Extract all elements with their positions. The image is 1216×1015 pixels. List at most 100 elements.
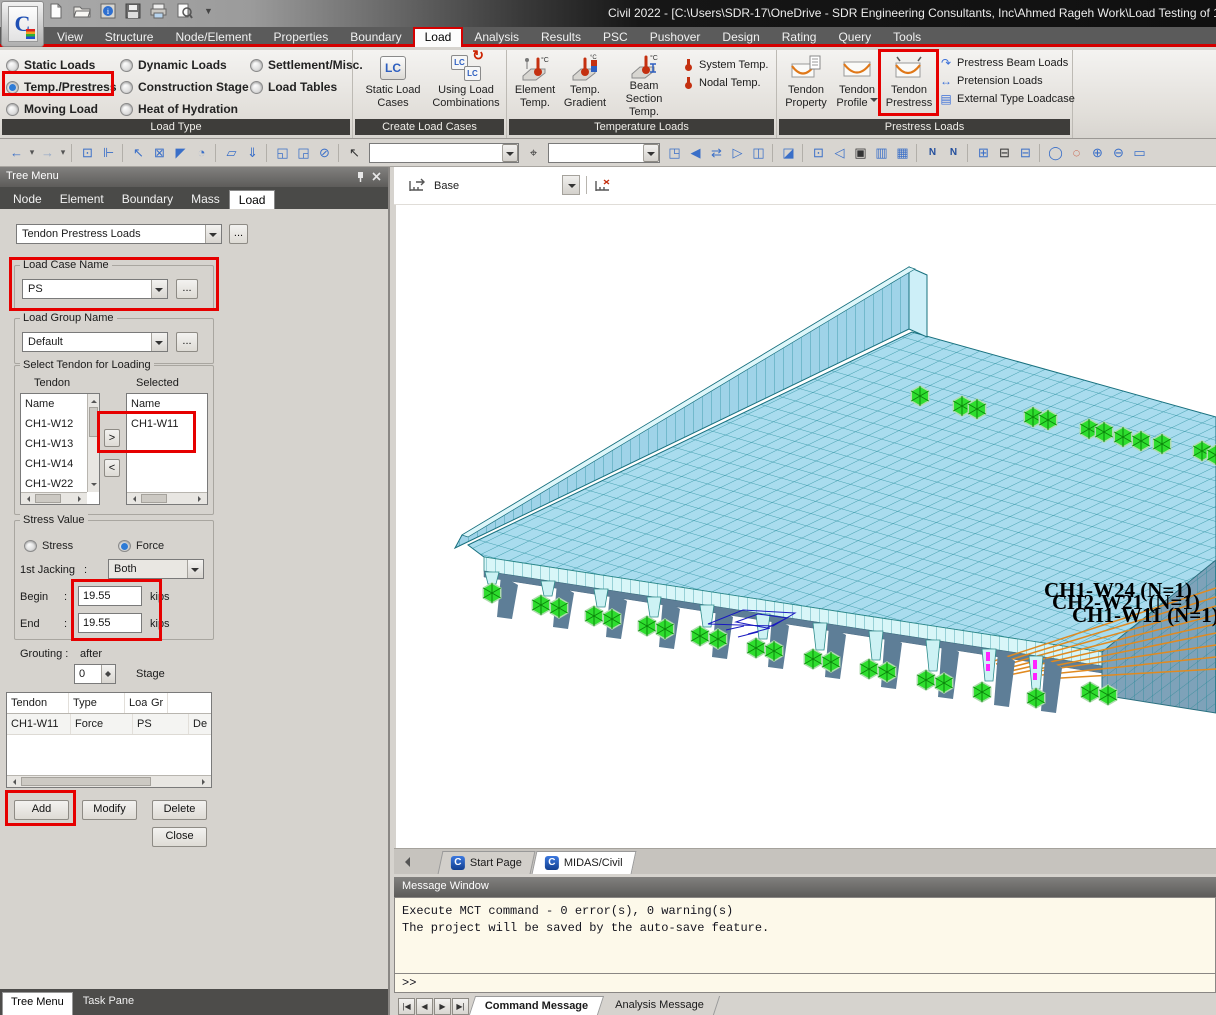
ribbon-tab[interactable]: Structure	[94, 28, 165, 46]
stress-radio[interactable]: Stress	[24, 535, 73, 557]
load-type-radio[interactable]: Static Loads	[6, 54, 118, 76]
toolbar-icon[interactable]: ←	[6, 142, 27, 163]
tab-midas-civil[interactable]: C MIDAS/Civil	[532, 851, 637, 874]
temp-small-button[interactable]: Nodal Temp.	[681, 76, 769, 90]
tree-panel-tab[interactable]: Boundary	[113, 190, 182, 209]
tendon-prestress-button[interactable]: Tendon Prestress	[883, 52, 935, 118]
toolbar-icon[interactable]: N	[943, 142, 964, 163]
toolbar-icon[interactable]: ▾	[58, 142, 68, 163]
tree-panel-tab[interactable]: Mass	[182, 190, 229, 209]
toolbar-icon[interactable]: ▣	[850, 142, 871, 163]
toolbar-icon[interactable]	[71, 144, 74, 162]
horizontal-scrollbar[interactable]	[7, 775, 211, 787]
ribbon-tab[interactable]: View	[46, 28, 94, 46]
delete-button[interactable]: Delete	[152, 800, 207, 820]
table-header-cell[interactable]: Load C...	[125, 693, 147, 713]
using-load-combinations-button[interactable]: LCLC↻ Using Load Combinations	[429, 52, 503, 118]
load-type-radio[interactable]: Settlement/Misc.	[250, 54, 354, 76]
ribbon-tab[interactable]: Design	[711, 28, 770, 46]
force-radio[interactable]: Force	[118, 535, 164, 557]
toolbar-icon[interactable]	[916, 144, 919, 162]
load-type-radio[interactable]: Dynamic Loads	[120, 54, 248, 76]
load-type-radio[interactable]: Construction Stage	[120, 76, 248, 98]
ribbon-tab[interactable]: Analysis	[463, 28, 530, 46]
tree-panel-tab[interactable]: Element	[51, 190, 113, 209]
temp-gradient-button[interactable]: °C Temp. Gradient	[561, 52, 609, 118]
prestress-small-button[interactable]: ↔ Pretension Loads	[939, 74, 1075, 88]
message-nav-button[interactable]: ◀	[416, 998, 433, 1015]
toolbar-icon[interactable]: ⊟	[994, 142, 1015, 163]
toolbar-icon[interactable]: ⊡	[808, 142, 829, 163]
ribbon-tab[interactable]: Rating	[771, 28, 828, 46]
vertical-scrollbar[interactable]	[87, 394, 99, 492]
toolbar-icon[interactable]: ⊡	[77, 142, 98, 163]
close-icon[interactable]	[371, 171, 382, 182]
toolbar-icon[interactable]: ⇓	[242, 142, 263, 163]
toolbar-icon[interactable]	[122, 144, 125, 162]
tendon-available-list[interactable]: Name CH1-W12CH1-W13CH1-W14CH1-W22	[20, 393, 100, 505]
prestress-small-button[interactable]: ↷ Prestress Beam Loads	[939, 56, 1075, 70]
command-prompt[interactable]: >>	[394, 974, 1216, 993]
ribbon-tab[interactable]: Boundary	[339, 28, 412, 46]
toolbar-icon[interactable]: ▭	[1129, 142, 1150, 163]
toolbar-icon[interactable]	[1039, 144, 1042, 162]
pin-icon[interactable]	[355, 171, 366, 183]
toolbar-icon[interactable]: ⊖	[1108, 142, 1129, 163]
jacking-combobox[interactable]: Both	[108, 559, 204, 579]
ribbon-tab[interactable]: Properties	[263, 28, 340, 46]
begin-input[interactable]	[78, 586, 142, 606]
load-type-radio[interactable]: Load Tables	[250, 76, 354, 98]
toolbar-icon[interactable]: ◯	[1045, 142, 1066, 163]
toolbar-icon[interactable]: ◔	[191, 142, 212, 163]
grouting-stage-stepper[interactable]: 0	[74, 664, 116, 684]
ribbon-tab[interactable]: Results	[530, 28, 592, 46]
load-case-combobox[interactable]: PS	[22, 279, 168, 299]
temp-small-button[interactable]: System Temp.	[681, 58, 769, 72]
ribbon-tab[interactable]: Pushover	[639, 28, 712, 46]
ribbon-tab[interactable]: Node/Element	[164, 28, 262, 46]
element-temp-button[interactable]: °C Element Temp.	[511, 52, 559, 118]
table-header-cell[interactable]: Tendon	[7, 693, 69, 713]
toolbar-icon[interactable]: ⊟	[1015, 142, 1036, 163]
toolbar-icon[interactable]: ⊘	[314, 142, 335, 163]
message-tab[interactable]: Command Message	[469, 996, 604, 1015]
toolbar-icon[interactable]: ◪	[778, 142, 799, 163]
tab-scroll-left-icon[interactable]	[400, 857, 410, 867]
toolbar-icon[interactable]	[215, 144, 218, 162]
stage-define-icon[interactable]	[594, 178, 614, 194]
toolbar-icon[interactable]	[967, 144, 970, 162]
horizontal-scrollbar[interactable]	[21, 492, 87, 504]
toolbar-icon[interactable]: ◫	[748, 142, 769, 163]
message-nav-button[interactable]: ▶|	[452, 998, 469, 1015]
toolbar-icon[interactable]: ▷	[727, 142, 748, 163]
tendon-load-table[interactable]: TendonTypeLoad C...Gr CH1-W11 Force PS D…	[6, 692, 212, 788]
tree-panel-tab[interactable]: Node	[4, 190, 51, 209]
toolbar-icon[interactable]: ◌	[1066, 142, 1087, 163]
load-group-browse-button[interactable]: ...	[176, 332, 198, 352]
toolbar-icon[interactable]: ↖	[128, 142, 149, 163]
list-item[interactable]: CH1-W11	[127, 414, 207, 434]
end-input[interactable]	[78, 613, 142, 633]
modify-button[interactable]: Modify	[82, 800, 137, 820]
toolbar-icon[interactable]: →	[37, 142, 58, 163]
open-file-icon[interactable]	[73, 3, 91, 19]
load-type-radio[interactable]: Temp./Prestress	[6, 76, 118, 98]
toolbar-icon[interactable]: ▾	[27, 142, 37, 163]
table-header-cell[interactable]: Type	[69, 693, 125, 713]
toolbar-icon[interactable]: ◤	[170, 142, 191, 163]
ribbon-tab[interactable]: PSC	[592, 28, 639, 46]
beam-section-temp-button[interactable]: °C Beam Section Temp.	[611, 52, 677, 118]
add-button[interactable]: Add	[14, 800, 69, 820]
toolbar-icon[interactable]: ▥	[871, 142, 892, 163]
tree-panel-tab[interactable]: Load	[229, 190, 276, 209]
stage-dropdown-button[interactable]	[562, 175, 580, 195]
tendon-selected-list[interactable]: Name CH1-W11	[126, 393, 208, 505]
horizontal-scrollbar[interactable]	[127, 492, 207, 504]
toolbar-icon[interactable]: ◁	[829, 142, 850, 163]
new-file-icon[interactable]	[48, 3, 64, 19]
toolbar-icon[interactable]: N	[922, 142, 943, 163]
toolbar-icon[interactable]	[338, 144, 341, 162]
print-preview-icon[interactable]	[176, 3, 193, 19]
panel-bottom-tab[interactable]: Task Pane	[75, 992, 142, 1015]
load-type-radio[interactable]: Moving Load	[6, 98, 118, 120]
